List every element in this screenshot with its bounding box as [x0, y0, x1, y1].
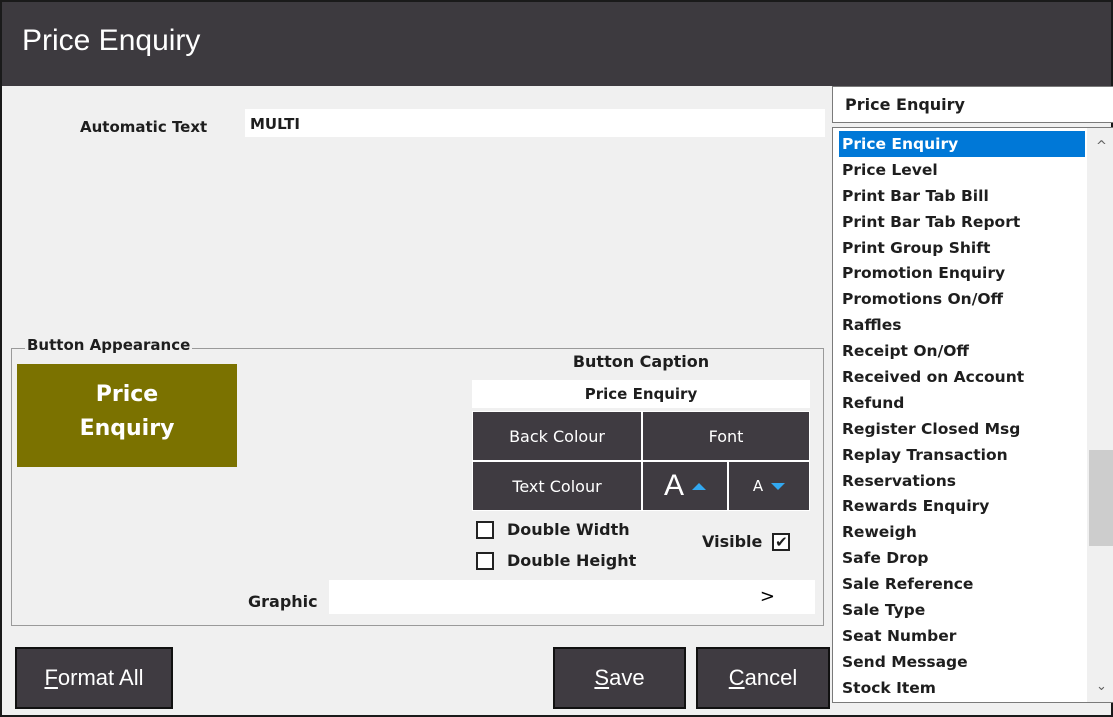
window-title: Price Enquiry [2, 2, 1111, 86]
function-list[interactable]: Price Enquiry Price Level Print Bar Tab Bi… [832, 127, 1113, 703]
font-size-increase-button[interactable]: A [642, 461, 728, 511]
preview-line-2: Enquiry [79, 416, 175, 441]
list-item[interactable]: Rewards Enquiry [839, 493, 1085, 519]
graphic-input[interactable]: > [329, 580, 815, 614]
font-small-glyph: A [752, 477, 764, 495]
double-height-checkbox[interactable] [476, 551, 494, 570]
arrow-down-icon [771, 482, 786, 490]
list-item[interactable]: Reservations [839, 468, 1085, 494]
double-width-label: Double Width [507, 520, 630, 539]
cancel-button[interactable]: Cancel [696, 647, 830, 709]
list-item[interactable]: Reweigh [839, 519, 1085, 545]
list-item[interactable]: Price Enquiry [839, 131, 1085, 157]
arrow-up-icon [692, 482, 706, 490]
function-list-items: Price Enquiry Price Level Print Bar Tab Bi… [839, 131, 1085, 701]
font-large-glyph: A [663, 469, 684, 502]
preview-line-1: Price [95, 382, 159, 407]
save-label: ave [609, 665, 645, 690]
back-colour-button[interactable]: Back Colour [472, 411, 642, 461]
list-item[interactable]: Receipt On/Off [839, 338, 1085, 364]
list-item[interactable]: Register Closed Msg [839, 416, 1085, 442]
graphic-browse-button[interactable]: > [760, 586, 775, 607]
list-item[interactable]: Safe Drop [839, 545, 1085, 571]
button-appearance-label: Button Appearance [25, 336, 193, 354]
list-item[interactable]: Print Bar Tab Bill [839, 183, 1085, 209]
button-caption-input[interactable]: Price Enquiry [472, 380, 810, 408]
button-caption-label: Button Caption [572, 352, 710, 371]
scroll-up-icon[interactable]: ^ [1087, 136, 1113, 158]
visible-option[interactable]: Visible ✔ [702, 532, 791, 551]
list-item[interactable]: Print Bar Tab Report [839, 209, 1085, 235]
list-item[interactable]: Replay Transaction [839, 442, 1085, 468]
list-item[interactable]: Price Level [839, 157, 1085, 183]
list-scrollbar[interactable]: ^ ⌄ [1087, 128, 1113, 702]
scroll-thumb[interactable] [1089, 450, 1113, 546]
cancel-hotkey: C [728, 665, 745, 690]
visible-label: Visible [702, 532, 763, 551]
text-colour-button[interactable]: Text Colour [472, 461, 642, 511]
list-item[interactable]: Sale Type [839, 597, 1085, 623]
font-size-decrease-button[interactable]: A [728, 461, 810, 511]
button-preview: Price Enquiry [17, 364, 237, 467]
price-enquiry-window: Price Enquiry Automatic Text MULTI Butto… [0, 0, 1113, 717]
graphic-label: Graphic [248, 592, 318, 611]
double-height-option[interactable]: Double Height [476, 551, 636, 570]
automatic-text-label: Automatic Text [80, 118, 208, 136]
format-all-hotkey: F [44, 665, 58, 690]
list-item[interactable]: Print Group Shift [839, 235, 1085, 261]
double-height-label: Double Height [507, 551, 637, 570]
save-hotkey: S [594, 665, 610, 690]
save-button[interactable]: Save [553, 647, 686, 709]
format-all-button[interactable]: Format All [15, 647, 173, 709]
function-selector[interactable]: Price Enquiry [832, 86, 1113, 123]
list-item[interactable]: Promotion Enquiry [839, 260, 1085, 286]
format-all-label: ormat All [57, 665, 144, 690]
list-item[interactable]: Received on Account [839, 364, 1085, 390]
double-width-option[interactable]: Double Width [476, 520, 630, 539]
visible-checkbox[interactable]: ✔ [772, 532, 791, 551]
list-item[interactable]: Raffles [839, 312, 1085, 338]
font-button[interactable]: Font [642, 411, 810, 461]
list-item[interactable]: Refund [839, 390, 1085, 416]
list-item[interactable]: Seat Number [839, 623, 1085, 649]
list-item[interactable]: Sale Reference [839, 571, 1085, 597]
automatic-text-input[interactable]: MULTI [245, 109, 825, 137]
double-width-checkbox[interactable] [476, 520, 494, 539]
cancel-label: ancel [744, 665, 798, 690]
list-item[interactable]: Promotions On/Off [839, 286, 1085, 312]
list-item[interactable]: Stock Item [839, 675, 1085, 701]
list-item[interactable]: Send Message [839, 649, 1085, 675]
scroll-down-icon[interactable]: ⌄ [1087, 676, 1113, 698]
